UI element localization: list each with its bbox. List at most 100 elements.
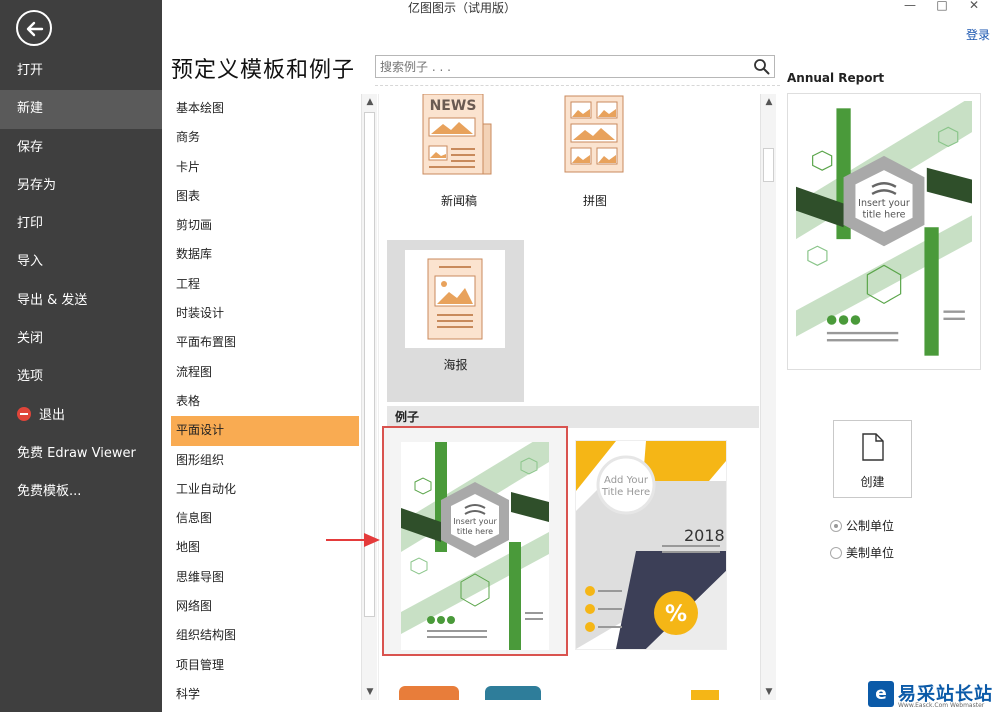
template-label: 新闻稿 (440, 194, 477, 208)
search-input[interactable] (376, 56, 746, 78)
menu-export-send[interactable]: 导出 & 发送 (0, 282, 162, 320)
example-partial-yellow[interactable] (579, 690, 719, 700)
preview-title-line1: Insert your (858, 198, 910, 209)
menu-close[interactable]: 关闭 (0, 320, 162, 358)
category-item[interactable]: 时装设计 (171, 299, 361, 328)
category-item[interactable]: 思维导图 (171, 563, 361, 592)
template-poster[interactable]: 海报 (387, 240, 524, 402)
example-partial-orange[interactable] (399, 686, 459, 700)
newsletter-icon: NEWS (422, 94, 492, 175)
category-item-active[interactable]: 平面设计 (171, 416, 359, 446)
category-item[interactable]: 科学 (171, 680, 361, 700)
category-item[interactable]: 工程 (171, 270, 361, 299)
annual-report-thumbnail: Insert your title here (401, 442, 549, 650)
menu-save-as[interactable]: 另存为 (0, 167, 162, 205)
backstage-sidebar: 打开 新建 保存 另存为 打印 导入 导出 & 发送 关闭 选项 退出 免费 E… (0, 0, 162, 712)
annual-title-line1: Insert your (453, 517, 497, 526)
minimize-button[interactable]: — (894, 0, 926, 12)
category-item[interactable]: 平面布置图 (171, 328, 361, 357)
category-item[interactable]: 网络图 (171, 592, 361, 621)
backstage-menu: 打开 新建 保存 另存为 打印 导入 导出 & 发送 关闭 选项 退出 免费 E… (0, 52, 162, 512)
category-item[interactable]: 流程图 (171, 358, 361, 387)
template-label: 拼图 (582, 194, 607, 208)
close-button[interactable]: ✕ (958, 0, 990, 12)
unit-imperial-label: 美制单位 (846, 546, 895, 560)
preview-title: Annual Report (787, 71, 885, 85)
yellow-year: 2018 (684, 526, 725, 545)
exit-icon (17, 406, 31, 421)
scroll-thumb[interactable] (763, 148, 774, 182)
window-controls: — □ ✕ (894, 0, 990, 12)
category-item[interactable]: 图形组织 (171, 446, 361, 475)
template-scrollbar[interactable]: ▲ ▼ (760, 94, 776, 700)
menu-options[interactable]: 选项 (0, 358, 162, 396)
page-title: 预定义模板和例子 (171, 58, 356, 83)
scroll-up-icon[interactable]: ▲ (761, 94, 777, 110)
yellow-title-line1: Add Your (604, 475, 649, 486)
create-label: 创建 (860, 475, 885, 489)
menu-exit[interactable]: 退出 (0, 397, 162, 435)
menu-edraw-viewer[interactable]: 免费 Edraw Viewer (0, 435, 162, 473)
back-arrow-icon (26, 21, 44, 37)
unit-metric-option[interactable]: 公制单位 (830, 518, 894, 534)
watermark-logo-icon: e (868, 681, 894, 707)
template-gallery: NEWS 新闻稿 拼图 海报 例子 Insert your title here… (378, 94, 760, 700)
menu-print[interactable]: 打印 (0, 205, 162, 243)
unit-imperial-option[interactable]: 美制单位 (830, 545, 894, 561)
category-item[interactable]: 组织结构图 (171, 621, 361, 650)
menu-new[interactable]: 新建 (0, 90, 162, 129)
login-link[interactable]: 登录 (966, 26, 990, 43)
category-item[interactable]: 剪切画 (171, 211, 361, 240)
search-box (375, 55, 775, 78)
new-document-icon (862, 433, 884, 461)
window-title: 亿图图示（试用版） (407, 1, 516, 15)
back-button[interactable] (16, 10, 52, 46)
category-item[interactable]: 图表 (171, 182, 361, 211)
yellow-percent: % (665, 602, 687, 627)
examples-section-header: 例子 (387, 406, 759, 428)
example-yellow-report[interactable]: Add Your Title Here 2018 % (575, 440, 727, 650)
preview-thumbnail: Insert your title here (796, 101, 972, 356)
menu-import[interactable]: 导入 (0, 243, 162, 281)
category-item[interactable]: 工业自动化 (171, 475, 361, 504)
category-item[interactable]: 项目管理 (171, 651, 361, 680)
poster-preview (405, 250, 505, 348)
preview-frame: Insert your title here (787, 93, 981, 370)
yellow-report-thumbnail: Add Your Title Here 2018 % (576, 441, 726, 649)
category-item[interactable]: 卡片 (171, 153, 361, 182)
radio-metric[interactable] (830, 520, 842, 532)
annotation-arrow-icon (326, 533, 380, 547)
watermark-subtext: Www.Easck.Com Webmaster (898, 702, 985, 709)
search-icon[interactable] (753, 58, 770, 75)
menu-open[interactable]: 打开 (0, 52, 162, 90)
maximize-button[interactable]: □ (926, 0, 958, 12)
menu-save[interactable]: 保存 (0, 129, 162, 167)
scroll-up-icon[interactable]: ▲ (362, 94, 378, 110)
category-scrollbar[interactable]: ▲ ▼ (361, 94, 377, 700)
category-item[interactable]: 数据库 (171, 240, 361, 269)
unit-metric-label: 公制单位 (846, 519, 895, 533)
menu-free-templates[interactable]: 免费模板... (0, 473, 162, 511)
example-partial-blue[interactable] (485, 686, 541, 700)
radio-imperial[interactable] (830, 547, 842, 559)
header-divider (375, 85, 780, 86)
category-list: 基本绘图 商务 卡片 图表 剪切画 数据库 工程 时装设计 平面布置图 流程图 … (171, 94, 361, 700)
preview-title-line2: title here (862, 210, 905, 221)
scroll-down-icon[interactable]: ▼ (761, 684, 777, 700)
poster-icon (427, 258, 483, 340)
scroll-down-icon[interactable]: ▼ (362, 684, 378, 700)
example-annual-report[interactable]: Insert your title here (382, 426, 568, 656)
template-newsletter[interactable]: NEWS 新闻稿 (409, 94, 509, 224)
collage-icon (564, 95, 624, 173)
menu-exit-label: 退出 (39, 407, 66, 423)
annual-title-line2: title here (457, 527, 493, 536)
category-item[interactable]: 基本绘图 (171, 94, 361, 123)
category-item[interactable]: 商务 (171, 123, 361, 152)
template-collage[interactable]: 拼图 (545, 94, 645, 224)
create-button[interactable]: 创建 (833, 420, 912, 498)
category-item[interactable]: 表格 (171, 387, 361, 416)
watermark: e 易采站长站 Www.Easck.Com Webmaster (866, 680, 1000, 712)
news-badge: NEWS (430, 98, 477, 114)
template-label: 海报 (443, 358, 468, 372)
yellow-title-line2: Title Here (601, 487, 650, 498)
